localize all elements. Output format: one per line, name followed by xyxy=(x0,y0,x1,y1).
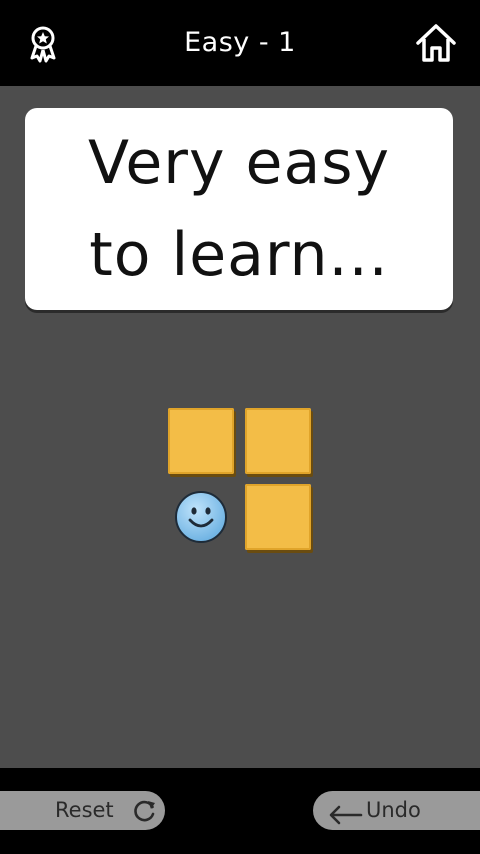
arrow-left-icon xyxy=(327,800,363,825)
home-icon[interactable] xyxy=(414,22,458,64)
top-bar: Easy - 1 xyxy=(0,0,480,86)
message-line-2: to learn... xyxy=(89,220,389,290)
board-tile[interactable] xyxy=(245,484,311,550)
message-card: Very easy to learn... xyxy=(25,108,453,310)
smiley-face-icon[interactable] xyxy=(174,490,228,544)
board-tile[interactable] xyxy=(245,408,311,474)
reset-button[interactable]: Reset xyxy=(0,791,165,830)
message-line-1: Very easy xyxy=(88,128,390,198)
undo-label: Undo xyxy=(366,798,421,822)
undo-button[interactable]: Undo xyxy=(313,791,480,830)
award-ribbon-icon[interactable] xyxy=(26,24,60,64)
refresh-icon xyxy=(132,798,158,824)
reset-label: Reset xyxy=(55,798,114,822)
board-tile[interactable] xyxy=(168,408,234,474)
level-title: Easy - 1 xyxy=(184,27,296,58)
